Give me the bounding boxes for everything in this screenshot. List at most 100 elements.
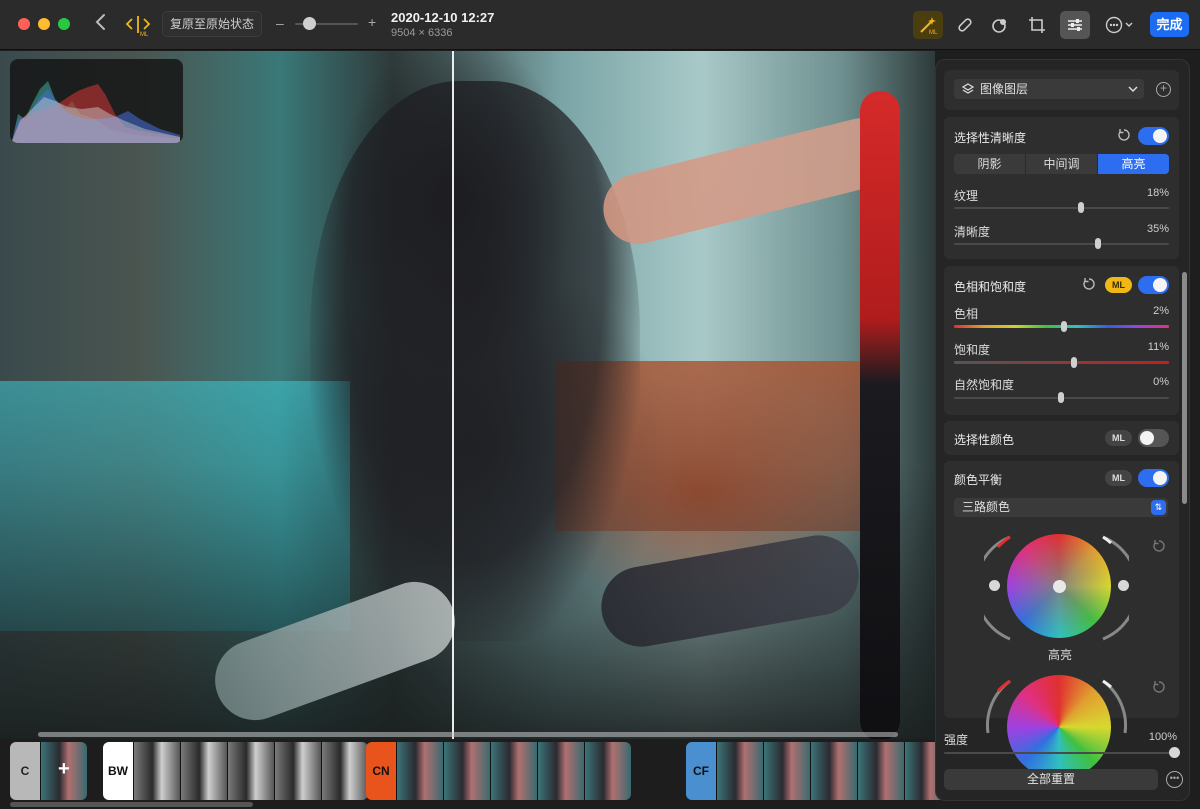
tonal-range-segmented-control[interactable]: 阴影 中间调 高亮 xyxy=(954,154,1169,174)
panel-more-button[interactable]: ••• xyxy=(1166,771,1183,788)
retouch-button[interactable] xyxy=(950,11,980,39)
wheel-right-slider-knob[interactable] xyxy=(1118,580,1129,591)
canvas-horizontal-scrollbar[interactable] xyxy=(38,732,898,737)
preset-thumbnail[interactable]: + xyxy=(40,742,87,800)
preset-thumbnail[interactable] xyxy=(857,742,904,800)
preset-group-c[interactable]: C + xyxy=(10,742,87,800)
preset-group-cf[interactable]: CF xyxy=(686,742,947,800)
add-layer-button[interactable]: + xyxy=(1156,82,1171,97)
layer-dropdown[interactable]: 图像图层 xyxy=(954,79,1144,99)
panel-scrollbar[interactable] xyxy=(1182,272,1187,504)
saturation-label: 饱和度 xyxy=(954,343,991,357)
reset-icon[interactable] xyxy=(1152,539,1166,553)
zoom-out-button[interactable]: – xyxy=(276,15,284,31)
strength-label: 强度 xyxy=(944,733,969,747)
reset-all-button[interactable]: 全部重置 xyxy=(944,769,1158,790)
color-balance-toggle[interactable] xyxy=(1138,469,1169,487)
reset-icon[interactable] xyxy=(1117,128,1131,142)
photo-bat xyxy=(860,91,900,739)
compare-split-button[interactable]: ML xyxy=(125,13,151,38)
preset-thumbnail[interactable] xyxy=(321,742,368,800)
plus-icon: + xyxy=(1159,81,1167,95)
before-after-divider[interactable] xyxy=(452,51,454,739)
color-adjust-button[interactable] xyxy=(985,11,1015,39)
color-wheel-puck[interactable] xyxy=(1053,580,1066,593)
preset-thumbnail[interactable] xyxy=(584,742,631,800)
svg-text:ML: ML xyxy=(140,32,149,37)
preset-group-bw[interactable]: BW xyxy=(103,742,368,800)
photo-dimensions: 9504 × 6336 xyxy=(391,27,453,39)
ml-enhance-button[interactable]: ML xyxy=(913,11,943,39)
saturation-slider-thumb[interactable] xyxy=(1071,357,1077,368)
preset-thumbnail[interactable] xyxy=(227,742,274,800)
hue-label: 色相 xyxy=(954,307,979,321)
color-balance-title: 颜色平衡 xyxy=(954,473,1003,487)
revert-to-original-button[interactable]: 复原至原始状态 xyxy=(162,11,262,37)
ellipsis-icon: ••• xyxy=(1169,773,1180,783)
clarity-slider-thumb[interactable] xyxy=(1095,238,1101,249)
texture-slider[interactable] xyxy=(954,207,1169,209)
selective-color-ml-badge[interactable]: ML xyxy=(1105,430,1132,446)
preset-thumbnail[interactable] xyxy=(810,742,857,800)
texture-slider-thumb[interactable] xyxy=(1078,202,1084,213)
adjust-button[interactable] xyxy=(1060,11,1090,39)
selective-color-section: 选择性颜色 ML xyxy=(944,421,1179,455)
wheel-left-slider-knob[interactable] xyxy=(989,580,1000,591)
selective-clarity-toggle[interactable] xyxy=(1138,127,1169,145)
preset-thumbnail[interactable] xyxy=(396,742,443,800)
back-button[interactable] xyxy=(90,12,112,36)
preset-thumbnail[interactable] xyxy=(133,742,180,800)
preset-thumbnail[interactable] xyxy=(443,742,490,800)
window-zoom-button[interactable] xyxy=(58,18,70,30)
photo-canvas[interactable] xyxy=(0,51,935,739)
hue-saturation-section: 色相和饱和度 ML 色相 2% 饱和度 11% 自然饱和度 0% xyxy=(944,266,1179,415)
color-balance-section: 颜色平衡 ML 三路颜色 ⇅ 高亮 xyxy=(944,461,1179,779)
hue-saturation-ml-badge[interactable]: ML xyxy=(1105,277,1132,293)
done-button[interactable]: 完成 xyxy=(1150,12,1189,37)
saturation-slider[interactable] xyxy=(954,361,1169,364)
tab-highlights[interactable]: 高亮 xyxy=(1098,154,1169,174)
reset-icon[interactable] xyxy=(1082,277,1096,291)
preset-thumbnail[interactable] xyxy=(763,742,810,800)
more-options-icon xyxy=(1105,16,1133,34)
preset-thumbnail[interactable] xyxy=(490,742,537,800)
hue-saturation-toggle[interactable] xyxy=(1138,276,1169,294)
preset-thumbnail[interactable] xyxy=(180,742,227,800)
strength-slider[interactable] xyxy=(944,752,1174,754)
vibrance-slider-thumb[interactable] xyxy=(1058,392,1064,403)
window-close-button[interactable] xyxy=(18,18,30,30)
color-balance-mode-dropdown[interactable]: 三路颜色 ⇅ xyxy=(954,498,1168,517)
preset-thumbnail[interactable] xyxy=(716,742,763,800)
selective-clarity-section: 选择性清晰度 阴影 中间调 高亮 纹理 18% 清晰度 35% xyxy=(944,117,1179,259)
preset-thumbnail[interactable] xyxy=(537,742,584,800)
clarity-value[interactable]: 35% xyxy=(1147,223,1169,235)
strength-slider-knob[interactable] xyxy=(1169,747,1180,758)
filmstrip-scrollbar[interactable] xyxy=(10,802,253,807)
texture-value[interactable]: 18% xyxy=(1147,187,1169,199)
toggle-knob xyxy=(1153,129,1167,143)
tab-shadows[interactable]: 阴影 xyxy=(954,154,1026,174)
zoom-slider-knob[interactable] xyxy=(303,17,316,30)
add-preset-icon[interactable]: + xyxy=(58,758,70,781)
strength-value[interactable]: 100% xyxy=(1149,731,1177,743)
window-minimize-button[interactable] xyxy=(38,18,50,30)
crop-button[interactable] xyxy=(1022,11,1052,39)
toggle-knob xyxy=(1153,471,1167,485)
tab-midtones[interactable]: 中间调 xyxy=(1026,154,1098,174)
hue-slider-thumb[interactable] xyxy=(1061,321,1067,332)
reset-icon[interactable] xyxy=(1152,680,1166,694)
adjustments-panel: 图像图层 + 选择性清晰度 阴影 中间调 高亮 纹理 18% 清晰度 35% 色… xyxy=(935,59,1190,801)
zoom-in-button[interactable]: + xyxy=(368,14,376,30)
vibrance-value[interactable]: 0% xyxy=(1153,376,1169,388)
more-options-button[interactable] xyxy=(1103,11,1139,39)
toggle-knob xyxy=(1140,431,1154,445)
hue-value[interactable]: 2% xyxy=(1153,305,1169,317)
preset-group-cn[interactable]: CN xyxy=(366,742,631,800)
saturation-value[interactable]: 11% xyxy=(1148,341,1169,353)
secondary-color-wheel[interactable] xyxy=(1007,675,1111,779)
clarity-slider[interactable] xyxy=(954,243,1169,245)
selective-color-title: 选择性颜色 xyxy=(954,433,1015,447)
color-balance-ml-badge[interactable]: ML xyxy=(1105,470,1132,486)
preset-thumbnail[interactable] xyxy=(274,742,321,800)
selective-color-toggle[interactable] xyxy=(1138,429,1169,447)
